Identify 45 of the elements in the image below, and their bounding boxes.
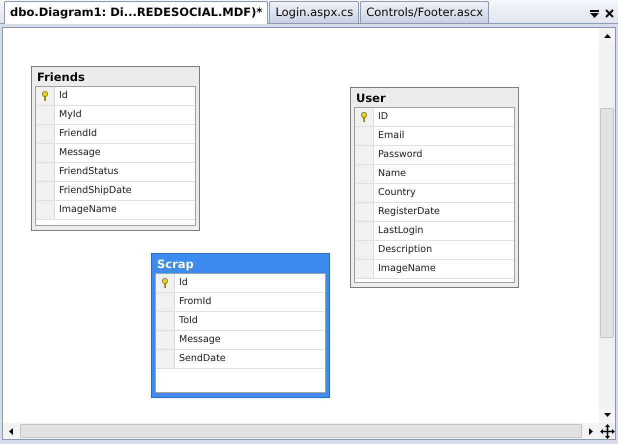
table-title: Scrap bbox=[156, 256, 195, 273]
key-icon bbox=[162, 278, 168, 288]
scroll-right-icon[interactable] bbox=[589, 428, 593, 434]
dropdown-icon[interactable] bbox=[590, 10, 599, 18]
column-name: ID bbox=[377, 110, 388, 124]
table-box[interactable]: User ID Email Password Name Country RegisterDate LastLogin Description ImageName bbox=[350, 87, 519, 288]
key-icon bbox=[42, 91, 48, 101]
column-name: ToId bbox=[178, 314, 198, 328]
column-name: Id bbox=[178, 276, 188, 290]
column-name: LastLogin bbox=[377, 224, 424, 238]
column-name: Description bbox=[377, 242, 432, 257]
column-name: Name bbox=[377, 166, 406, 181]
table-box[interactable]: Scrap Id FromId ToId Message SendDate bbox=[151, 253, 330, 398]
column-name: FriendStatus bbox=[58, 164, 118, 179]
row-selector[interactable] bbox=[355, 108, 374, 126]
scroll-left-icon[interactable] bbox=[9, 428, 13, 434]
column-name: Password bbox=[377, 148, 422, 162]
document-tab[interactable]: Controls/Footer.ascx bbox=[360, 1, 490, 23]
column-name: ImageName bbox=[58, 202, 117, 217]
column-name: RegisterDate bbox=[377, 204, 440, 219]
table-title: User bbox=[355, 90, 387, 107]
key-icon bbox=[361, 112, 367, 122]
horizontal-scrollbar[interactable] bbox=[3, 423, 599, 439]
scroll-down-icon[interactable] bbox=[604, 413, 610, 417]
column-name: Message bbox=[58, 146, 101, 160]
close-icon[interactable] bbox=[605, 9, 614, 18]
column-name: Email bbox=[377, 128, 404, 143]
column-name: Id bbox=[58, 88, 68, 103]
table-box[interactable]: Friends Id MyId FriendId Message FriendStatus FriendShipDate ImageName bbox=[31, 66, 200, 231]
column-name: FriendId bbox=[58, 126, 98, 141]
column-name: SendDate bbox=[178, 352, 226, 366]
vertical-scrollbar[interactable] bbox=[599, 28, 615, 423]
column-name: MyId bbox=[58, 108, 82, 122]
column-name: Country bbox=[377, 186, 416, 200]
scroll-up-icon[interactable] bbox=[604, 34, 610, 38]
column-name: Message bbox=[178, 332, 221, 347]
document-tab[interactable]: Login.aspx.cs bbox=[269, 1, 360, 23]
column-name: FromId bbox=[178, 294, 212, 309]
column-name: FriendShipDate bbox=[58, 184, 132, 198]
row-selector[interactable] bbox=[156, 274, 175, 292]
document-tab[interactable]: dbo.Diagram1: Di...REDESOCIAL.MDF)* bbox=[4, 1, 268, 24]
column-name: ImageName bbox=[377, 262, 436, 276]
table-title: Friends bbox=[36, 69, 86, 86]
move-icon[interactable] bbox=[600, 424, 614, 438]
row-selector[interactable] bbox=[36, 87, 55, 105]
